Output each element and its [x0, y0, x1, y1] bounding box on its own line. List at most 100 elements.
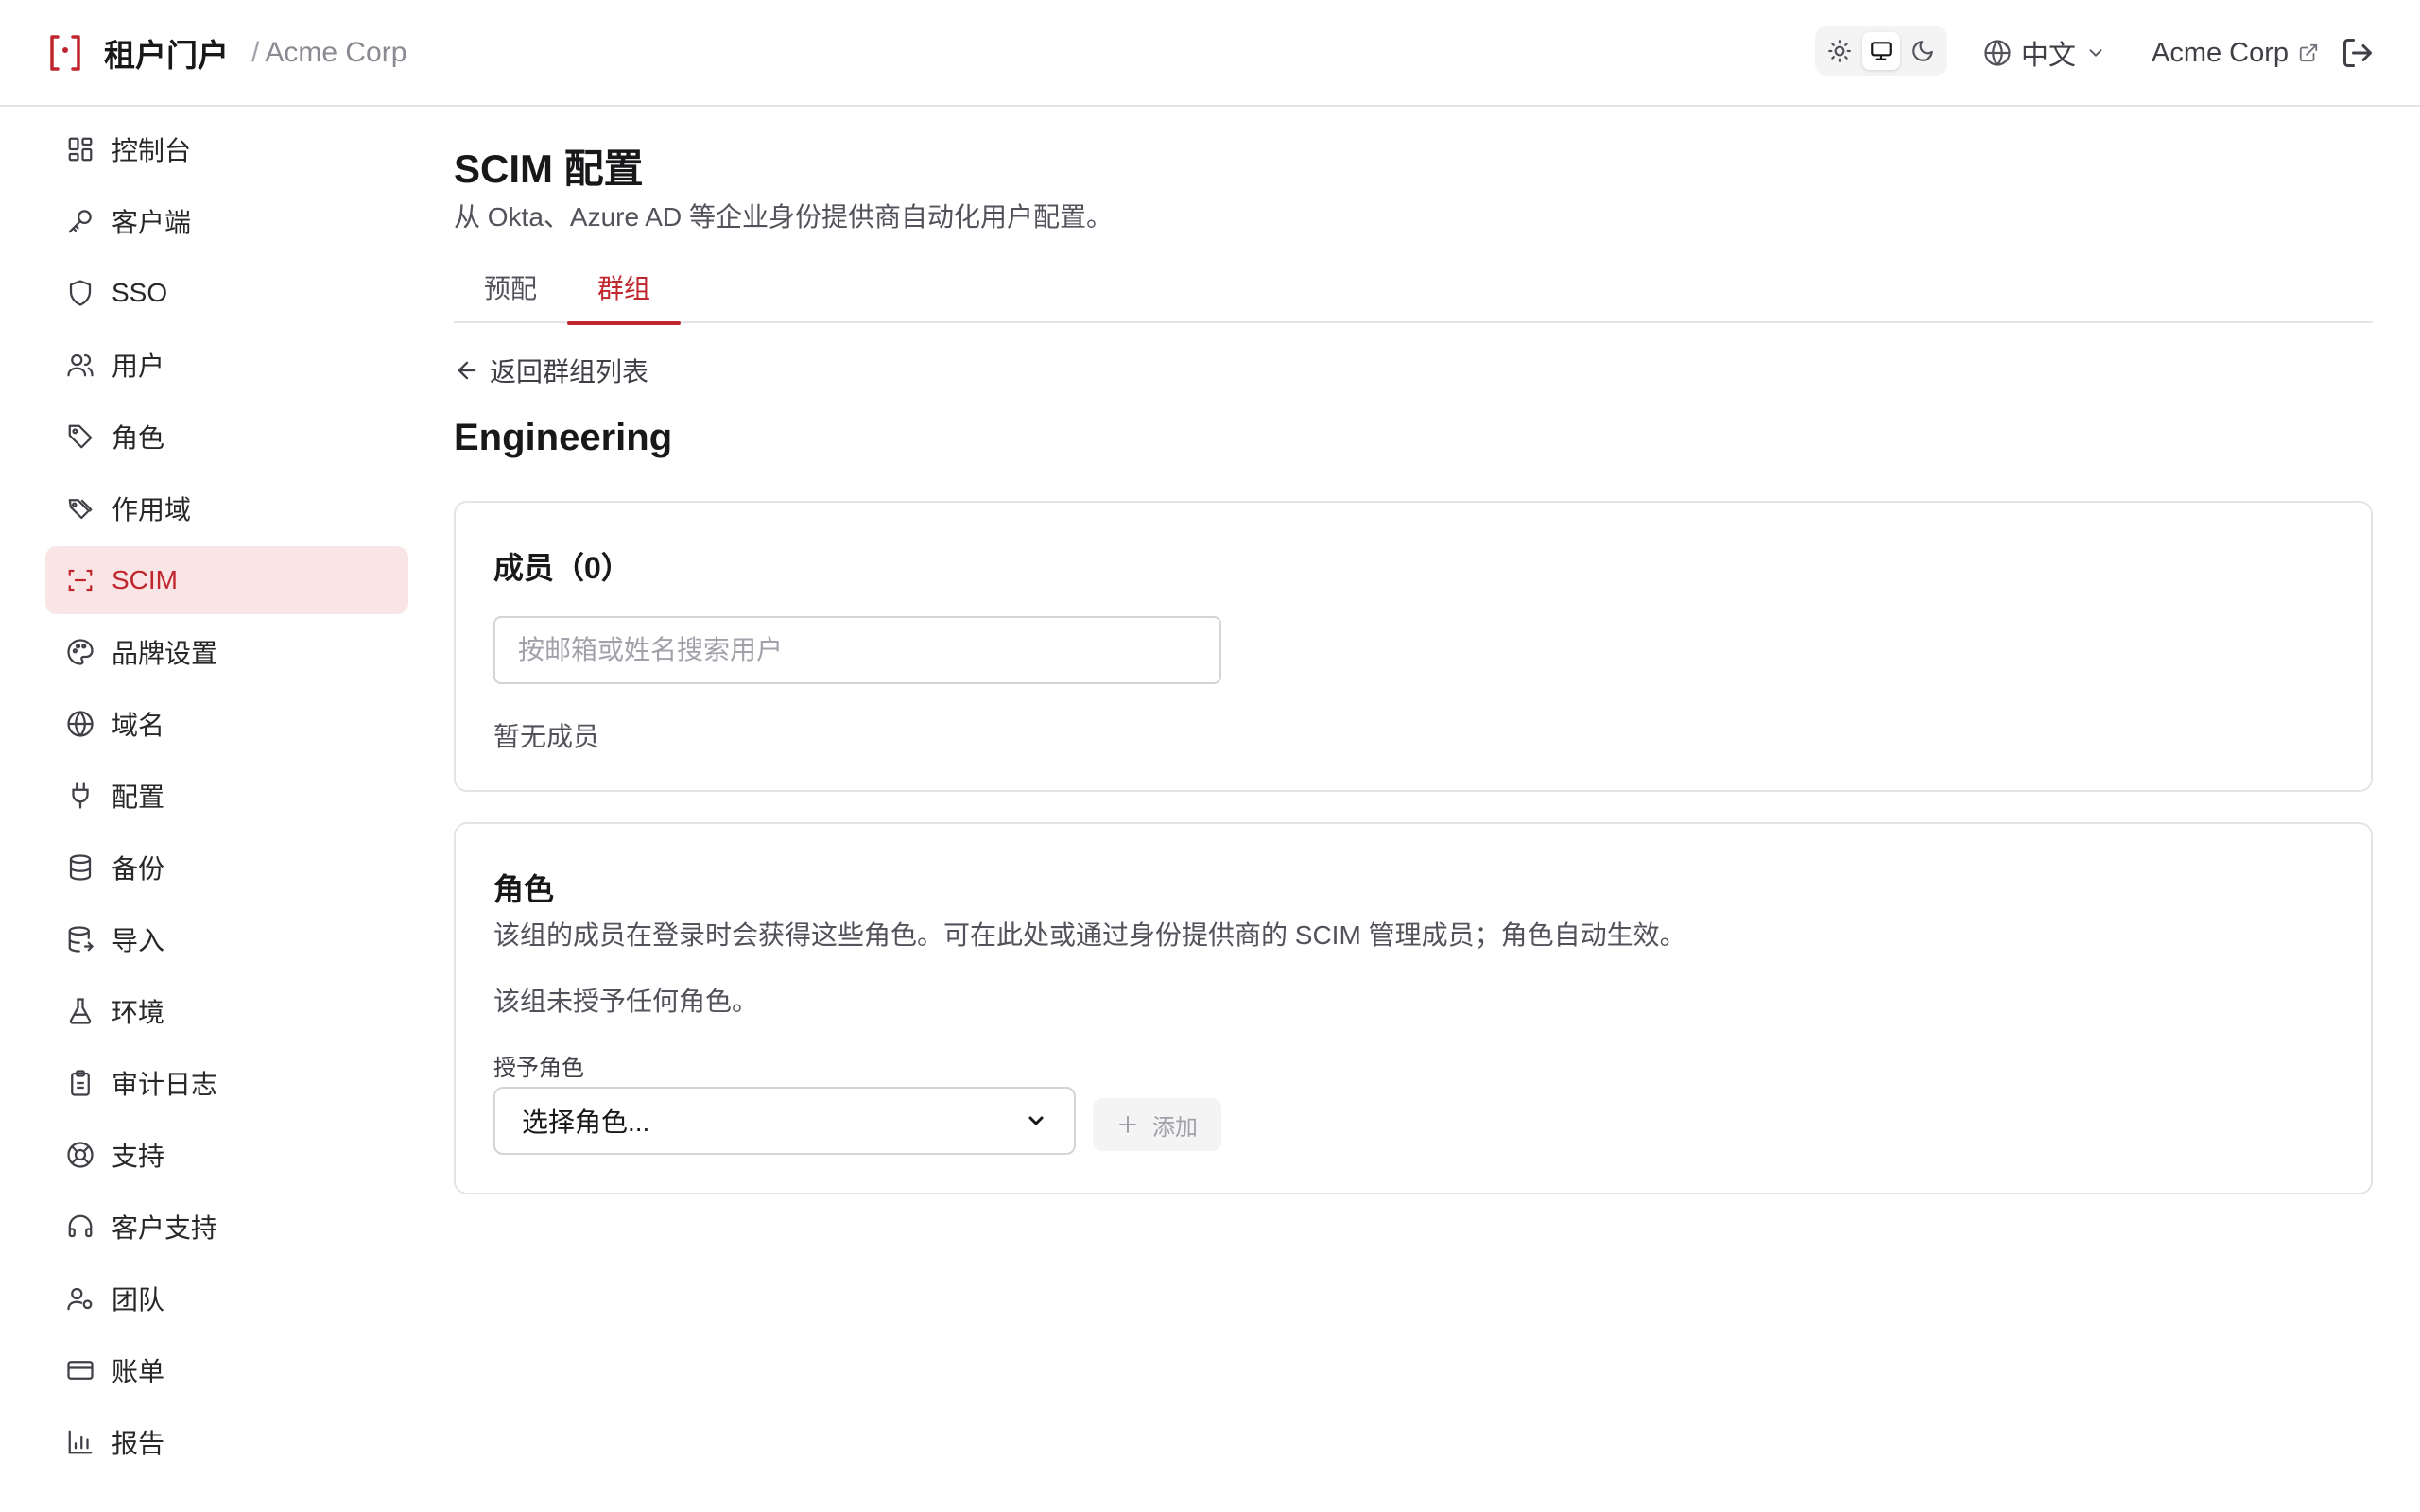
members-empty-text: 暂无成员: [493, 722, 600, 751]
credit-card-icon: [67, 1361, 94, 1380]
add-role-button[interactable]: 添加: [1093, 1098, 1221, 1151]
app-title: 租户门户: [104, 38, 229, 73]
roles-title: 角色: [493, 872, 555, 906]
sidebar-item-label: 域名: [112, 711, 165, 740]
breadcrumb-separator: /: [251, 37, 260, 68]
tab-bar: 预配 群组: [454, 261, 2373, 325]
users-icon: [67, 353, 94, 377]
sidebar-item-scim[interactable]: SCIM: [45, 546, 408, 614]
sidebar-item-label: 导入: [112, 926, 165, 955]
back-link-label: 返回群组列表: [490, 357, 649, 387]
logo-icon: [50, 35, 80, 71]
brand[interactable]: 租户门户 / Acme Corp: [49, 28, 406, 77]
role-select[interactable]: 选择角色...: [493, 1087, 1076, 1155]
sidebar-item-label: 作用域: [112, 495, 192, 524]
sidebar-item-label: 环境: [112, 998, 165, 1027]
language-selector[interactable]: 中文: [1983, 28, 2106, 77]
palette-icon: [67, 639, 94, 665]
theme-light-button[interactable]: [1821, 32, 1858, 70]
sidebar-item-label: 用户: [112, 352, 165, 381]
clipboard-icon: [71, 1070, 90, 1096]
members-title: 成员（0）: [493, 551, 631, 585]
lifebuoy-icon: [67, 1142, 94, 1168]
sidebar-item-users[interactable]: 用户: [45, 331, 408, 399]
database-icon: [69, 854, 92, 881]
sidebar-item-roles[interactable]: 角色: [45, 403, 408, 471]
sidebar-item-label: 账单: [112, 1357, 165, 1386]
bar-chart-icon: [68, 1430, 93, 1454]
roles-card: 角色 该组的成员在登录时会获得这些角色。可在此处或通过身份提供商的 SCIM 管…: [454, 822, 2373, 1194]
sidebar-item-clients[interactable]: 客户端: [45, 187, 408, 255]
logout-icon[interactable]: [2341, 36, 2375, 70]
sidebar-item-config[interactable]: 配置: [45, 762, 408, 830]
sidebar: 控制台 客户端 SSO 用户 角色 作用域 SCIM 品牌设置 域名 配置 备份: [45, 115, 408, 1480]
moon-icon: [1912, 41, 1933, 61]
globe-icon: [67, 711, 94, 737]
shield-icon: [69, 280, 92, 306]
flask-icon: [69, 998, 92, 1024]
theme-dark-button[interactable]: [1904, 32, 1942, 70]
scan-icon: [68, 569, 93, 592]
sidebar-item-label: SSO: [112, 278, 168, 307]
sidebar-item-scopes[interactable]: 作用域: [45, 474, 408, 542]
database-import-icon: [68, 926, 95, 953]
sidebar-item-label: 角色: [112, 423, 165, 453]
sidebar-item-label: 审计日志: [112, 1070, 218, 1099]
globe-icon: [1984, 40, 2011, 66]
tags-icon: [68, 499, 93, 520]
tab-groups[interactable]: 群组: [567, 261, 682, 325]
sidebar-item-support[interactable]: 支持: [45, 1121, 408, 1189]
user-cog-icon: [67, 1287, 93, 1311]
sidebar-item-label: 控制台: [112, 136, 192, 165]
sidebar-item-label: SCIM: [112, 565, 178, 594]
tag-icon: [68, 424, 93, 449]
sidebar-item-label: 报告: [112, 1429, 165, 1458]
sidebar-item-billing[interactable]: 账单: [45, 1336, 408, 1404]
sidebar-item-label: 团队: [112, 1285, 165, 1314]
chevron-down-icon: [1028, 1116, 1044, 1125]
sidebar-item-environment[interactable]: 环境: [45, 977, 408, 1045]
grant-role-label: 授予角色: [493, 1056, 584, 1081]
tenant-name: Acme Corp: [265, 37, 407, 68]
theme-system-button[interactable]: [1862, 32, 1900, 70]
monitor-icon: [1871, 42, 1892, 60]
sidebar-item-label: 配置: [112, 782, 165, 812]
roles-empty-text: 该组未授予任何角色。: [493, 987, 759, 1016]
sidebar-item-sso[interactable]: SSO: [45, 259, 408, 327]
role-select-value: 选择角色...: [522, 1108, 650, 1137]
key-icon: [68, 210, 92, 233]
external-link-icon: [2299, 43, 2318, 62]
language-label: 中文: [2021, 41, 2077, 71]
sidebar-item-domains[interactable]: 域名: [45, 690, 408, 758]
sidebar-item-label: 品牌设置: [112, 639, 218, 668]
sidebar-item-reports[interactable]: 报告: [45, 1408, 408, 1476]
top-bar: 租户门户 / Acme Corp 中文 Acme Corp: [0, 0, 2420, 107]
tab-provisioning[interactable]: 预配: [454, 261, 567, 323]
sidebar-item-label: 客户支持: [112, 1213, 218, 1243]
account-name: Acme Corp: [2152, 37, 2290, 68]
chevron-down-icon: [2089, 49, 2102, 57]
arrow-left-icon: [458, 361, 476, 380]
sidebar-item-import[interactable]: 导入: [45, 905, 408, 973]
roles-description: 该组的成员在登录时会获得这些角色。可在此处或通过身份提供商的 SCIM 管理成员…: [493, 920, 1686, 950]
dashboard-icon: [68, 137, 93, 162]
sidebar-item-audit-log[interactable]: 审计日志: [45, 1049, 408, 1117]
member-search-input[interactable]: [493, 616, 1221, 684]
sidebar-item-label: 备份: [112, 854, 165, 884]
plug-icon: [72, 782, 89, 809]
members-card: 成员（0） 暂无成员: [454, 501, 2373, 792]
account-link[interactable]: Acme Corp: [2152, 28, 2319, 77]
page-title: SCIM 配置: [454, 146, 644, 191]
sidebar-item-branding[interactable]: 品牌设置: [45, 618, 408, 686]
sidebar-item-backup[interactable]: 备份: [45, 833, 408, 902]
plus-icon: [1119, 1116, 1136, 1133]
page-subtitle: 从 Okta、Azure AD 等企业身份提供商自动化用户配置。: [454, 202, 1113, 232]
sidebar-item-label: 支持: [112, 1142, 165, 1171]
sidebar-item-dashboard[interactable]: 控制台: [45, 115, 408, 183]
sidebar-item-team[interactable]: 团队: [45, 1264, 408, 1332]
sun-icon: [1828, 40, 1851, 62]
sidebar-item-customer-support[interactable]: 客户支持: [45, 1193, 408, 1261]
back-to-groups-link[interactable]: 返回群组列表: [454, 352, 2373, 389]
theme-switcher: [1815, 26, 1947, 76]
headset-icon: [68, 1214, 93, 1238]
